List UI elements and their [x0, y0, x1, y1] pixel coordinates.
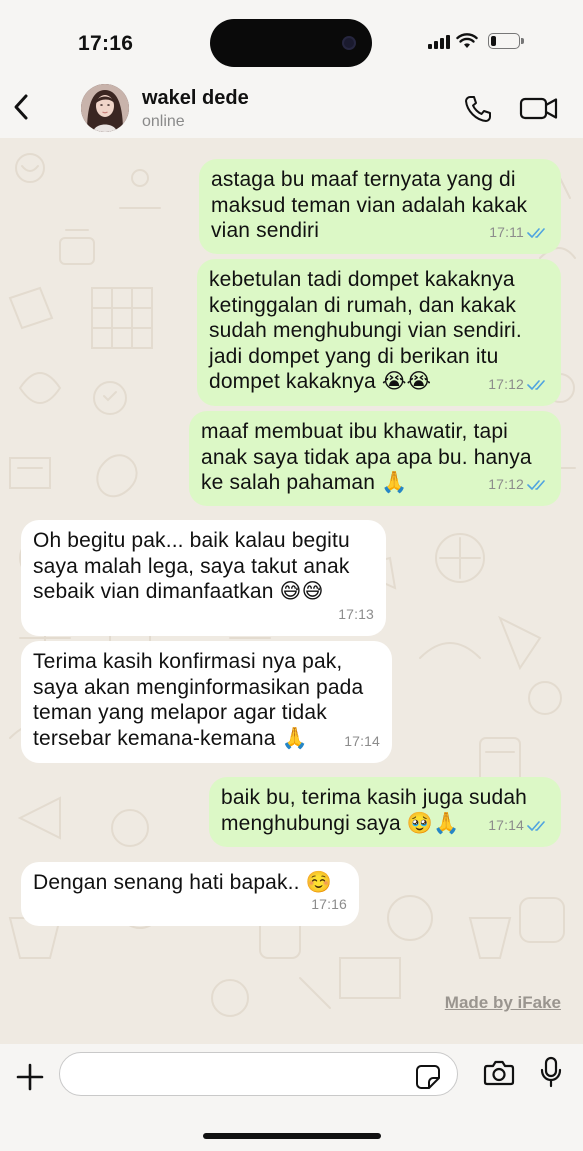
read-receipt-icon [527, 821, 545, 832]
watermark-link[interactable]: Made by iFake [445, 993, 561, 1013]
message-time: 17:14 [344, 733, 380, 750]
home-indicator[interactable] [203, 1133, 381, 1139]
message-text: Dengan senang hati bapak.. ☺️ [33, 871, 332, 894]
camera-icon[interactable] [483, 1059, 515, 1087]
read-receipt-icon [527, 380, 545, 391]
message-meta: 17:13 [338, 602, 374, 628]
message-bubble-incoming[interactable]: Terima kasih konfirmasi nya pak, saya ak… [21, 641, 392, 763]
read-receipt-icon [527, 228, 545, 239]
message-time: 17:16 [311, 896, 347, 913]
sticker-icon[interactable] [415, 1064, 441, 1090]
message-bubble-incoming[interactable]: Oh begitu pak... baik kalau begitu saya … [21, 520, 386, 636]
avatar[interactable] [81, 84, 129, 132]
contact-status: online [142, 113, 185, 130]
message-time: 17:13 [338, 606, 374, 623]
message-time: 17:11 [489, 224, 524, 241]
message-bubble-incoming[interactable]: Dengan senang hati bapak.. ☺️ 17:16 [21, 862, 359, 926]
back-icon[interactable] [10, 92, 34, 122]
status-time: 17:16 [78, 32, 134, 55]
wifi-icon [456, 33, 478, 48]
message-time: 17:12 [488, 376, 524, 393]
message-meta: 17:12 [488, 372, 549, 398]
message-bubble-outgoing[interactable]: kebetulan tadi dompet kakaknya ketinggal… [197, 259, 561, 406]
message-meta: 17:11 [489, 220, 549, 246]
read-receipt-icon [527, 480, 545, 491]
chat-header: wakel dede online [0, 80, 583, 138]
composer-bar [0, 1044, 583, 1151]
dynamic-island [210, 19, 372, 67]
message-meta: 17:12 [488, 472, 549, 498]
message-meta: 17:14 [488, 813, 549, 839]
message-bubble-outgoing[interactable]: baik bu, terima kasih juga sudah menghub… [209, 777, 561, 847]
microphone-icon[interactable] [540, 1056, 562, 1088]
avatar-photo [81, 84, 129, 132]
front-camera-icon [342, 36, 356, 50]
status-bar: 17:16 [0, 0, 583, 80]
message-text: Terima kasih konfirmasi nya pak, saya ak… [33, 650, 364, 750]
message-bubble-outgoing[interactable]: astaga bu maaf ternyata yang di maksud t… [199, 159, 561, 254]
message-time: 17:14 [488, 817, 524, 834]
message-bubble-outgoing[interactable]: maaf membuat ibu khawatir, tapi anak say… [189, 411, 561, 506]
message-meta: 17:16 [311, 892, 347, 918]
contact-name[interactable]: wakel dede [142, 87, 249, 110]
phone-icon[interactable] [462, 93, 494, 125]
message-text: Oh begitu pak... baik kalau begitu saya … [33, 529, 350, 604]
battery-icon [488, 33, 524, 49]
message-meta: 17:14 [344, 729, 380, 755]
chat-area[interactable]: astaga bu maaf ternyata yang di maksud t… [0, 138, 583, 1044]
video-icon[interactable] [519, 94, 559, 122]
signal-icon [428, 34, 450, 49]
plus-icon[interactable] [15, 1062, 45, 1092]
message-time: 17:12 [488, 476, 524, 493]
message-input[interactable] [59, 1052, 458, 1096]
status-icons [428, 33, 524, 49]
